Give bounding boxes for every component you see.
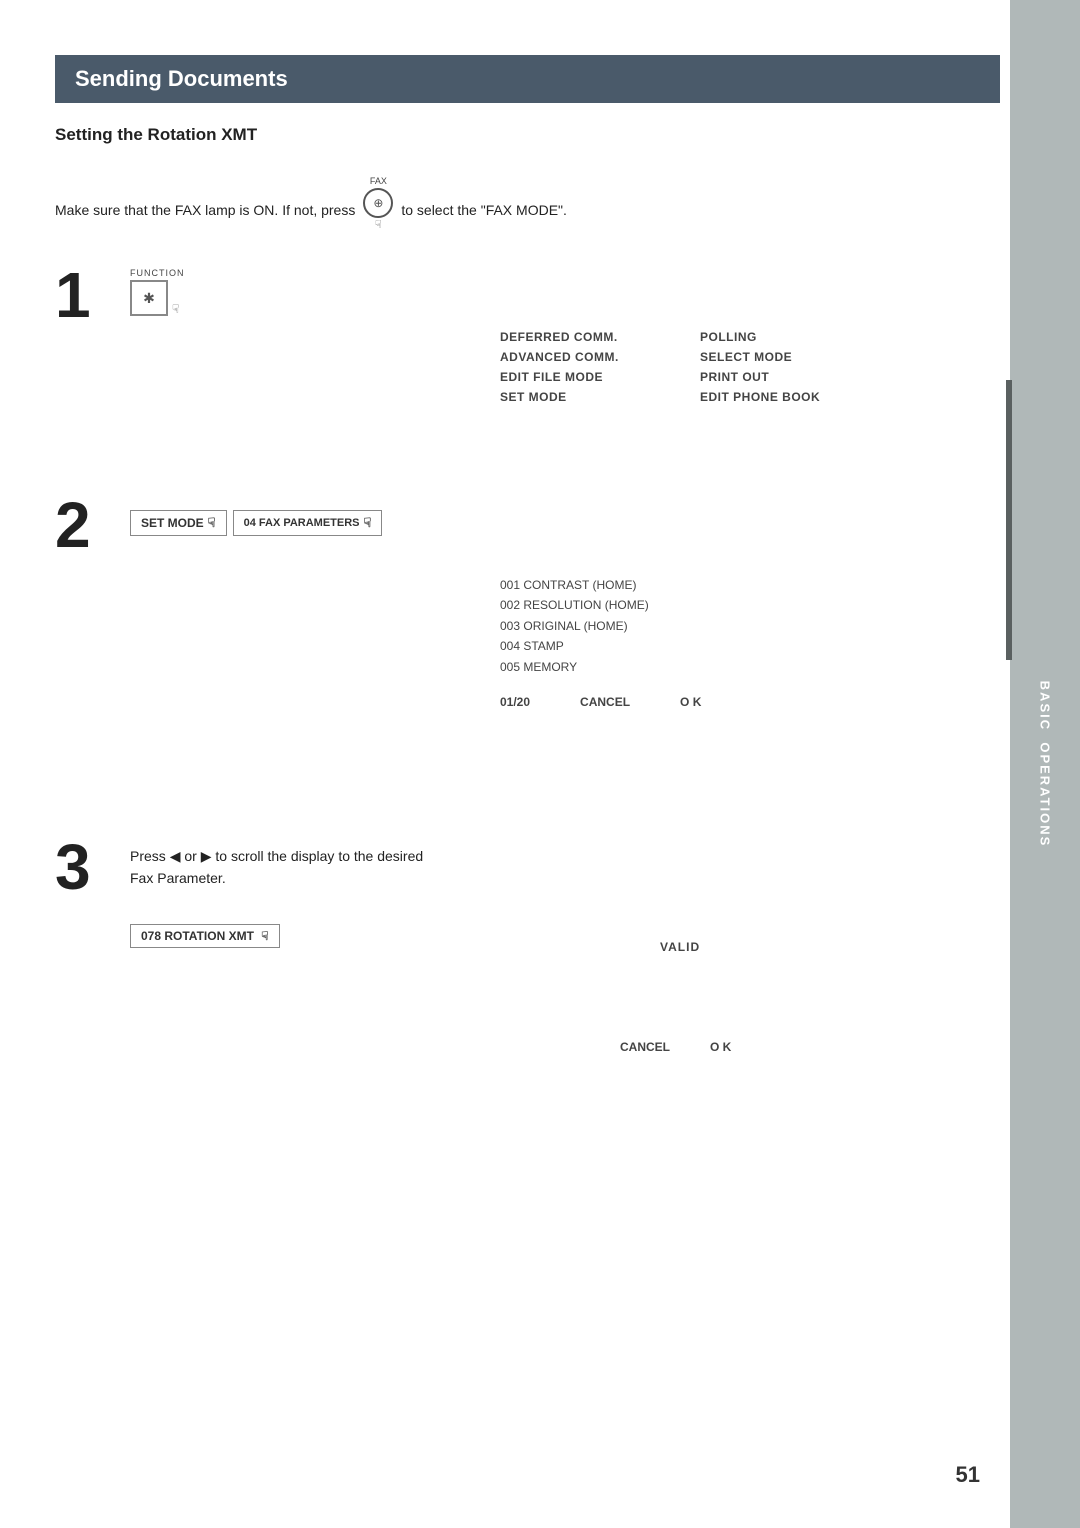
sidebar-label: BASIC OPERATIONS <box>1038 681 1053 848</box>
pagination-count: 01/20 <box>500 695 530 709</box>
step3-after: to scroll the display to the desired <box>215 848 423 864</box>
left-arrow-icon: ◀ <box>170 845 181 867</box>
step3-or: or <box>184 848 196 864</box>
menu-item-polling: POLLING <box>700 330 860 344</box>
fax-small-label: FAX <box>370 176 387 186</box>
right-arrow-icon: ▶ <box>201 845 212 867</box>
page-number: 51 <box>956 1462 980 1488</box>
step3-line2: Fax Parameter. <box>130 870 226 886</box>
menu-item-deferred: DEFERRED COMM. <box>500 330 680 344</box>
cancel-button-2[interactable]: CANCEL <box>620 1040 670 1054</box>
step2-buttons: SET MODE ☟ 04 FAX PARAMETERS ☟ <box>130 510 382 536</box>
cancel-button-1[interactable]: CANCEL <box>580 695 630 709</box>
fax-hand-icon: ☟ <box>375 218 382 231</box>
pagination-row: 01/20 CANCEL O K <box>500 695 701 709</box>
section-subtitle: Setting the Rotation XMT <box>55 125 257 145</box>
menu-display: DEFERRED COMM. POLLING ADVANCED COMM. SE… <box>500 330 860 404</box>
set-mode-button[interactable]: SET MODE ☟ <box>130 510 227 536</box>
list-item-5: 005 MEMORY <box>500 657 649 677</box>
intro-after: to select the "FAX MODE". <box>401 202 567 218</box>
header-bar: Sending Documents <box>55 55 1000 103</box>
menu-item-printout: PRINT OUT <box>700 370 860 384</box>
list-display: 001 CONTRAST (HOME) 002 RESOLUTION (HOME… <box>500 575 649 677</box>
intro-before: Make sure that the FAX lamp is ON. If no… <box>55 202 355 218</box>
sidebar-tab: BASIC OPERATIONS <box>1010 0 1080 1528</box>
list-item-2: 002 RESOLUTION (HOME) <box>500 595 649 615</box>
menu-item-advanced: ADVANCED COMM. <box>500 350 680 364</box>
step3-instruction: Press ◀ or ▶ to scroll the display to th… <box>130 845 423 890</box>
fax-params-button[interactable]: 04 FAX PARAMETERS ☟ <box>233 510 383 536</box>
cursor-hand-2: ☟ <box>208 515 216 531</box>
page-title: Sending Documents <box>75 66 288 92</box>
cursor-hand-3: ☟ <box>364 515 372 531</box>
step3-number: 3 <box>55 830 91 904</box>
sidebar-accent <box>1006 380 1012 660</box>
cancel-ok-row-2: CANCEL O K <box>620 1040 731 1054</box>
function-button[interactable]: ✱ <box>130 280 168 316</box>
fax-circle: ⊕ <box>363 188 393 218</box>
fax-button-icon: FAX ⊕ ☟ <box>363 188 393 231</box>
list-item-4: 004 STAMP <box>500 636 649 656</box>
list-item-3: 003 ORIGINAL (HOME) <box>500 616 649 636</box>
valid-label: VALID <box>660 940 700 954</box>
step1-number: 1 <box>55 258 91 332</box>
ok-button-1[interactable]: O K <box>680 695 701 709</box>
list-item-1: 001 CONTRAST (HOME) <box>500 575 649 595</box>
ok-button-2[interactable]: O K <box>710 1040 731 1054</box>
step3-press: Press <box>130 848 166 864</box>
rotation-button[interactable]: 078 ROTATION XMT ☟ <box>130 924 280 948</box>
menu-item-editfile: EDIT FILE MODE <box>500 370 680 384</box>
function-label: FUNCTION <box>130 268 185 278</box>
intro-text: Make sure that the FAX lamp is ON. If no… <box>55 188 567 231</box>
menu-item-select: SELECT MODE <box>700 350 860 364</box>
step2-number: 2 <box>55 488 91 562</box>
menu-item-editphone: EDIT PHONE BOOK <box>700 390 860 404</box>
cursor-hand-1: ☟ <box>172 302 179 316</box>
cursor-hand-4: ☟ <box>261 929 268 943</box>
function-area: FUNCTION ✱ ☟ <box>130 268 185 316</box>
menu-item-setmode: SET MODE <box>500 390 680 404</box>
